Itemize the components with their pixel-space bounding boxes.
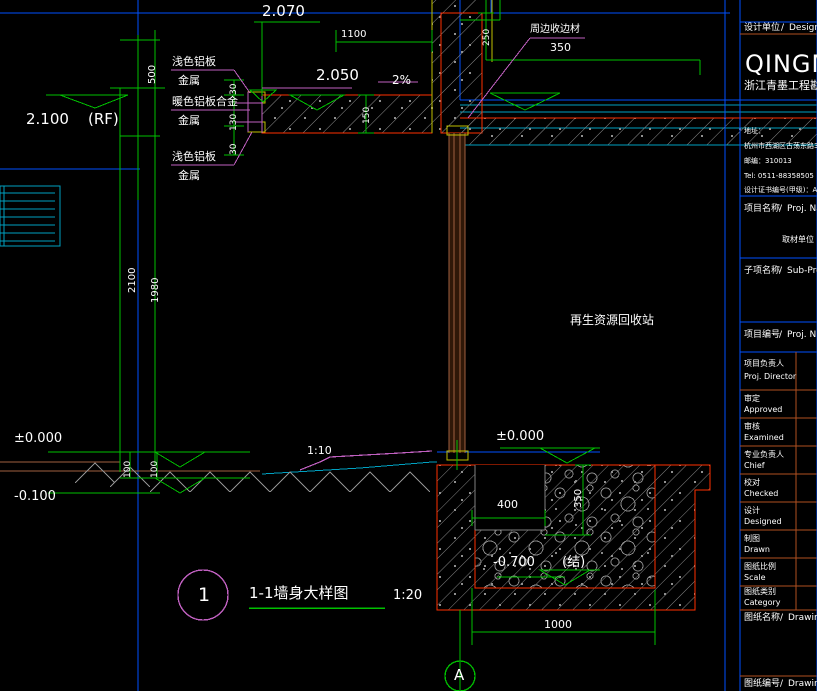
- elevation-minus-0700-suffix: (结): [562, 555, 586, 570]
- titleblock-design-corp-label-en: Design Corp.: [789, 23, 817, 33]
- titleblock-sig-1-en: Approved: [744, 405, 783, 414]
- grid-bubble-label: A: [454, 666, 465, 684]
- leader-label-light-aluminium-top-1: 浅色铝板: [172, 55, 216, 68]
- titleblock-sig-7-cn: 图纸比例: [744, 562, 776, 571]
- dimension-100-a: 100: [123, 460, 133, 478]
- titleblock-sig-3-cn: 专业负责人: [744, 450, 784, 459]
- titleblock-sig-5-cn: 设计: [744, 506, 760, 515]
- titleblock-sig-2-cn: 审核: [744, 422, 760, 431]
- titleblock-sig-4-en: Checked: [744, 489, 779, 498]
- dimension-250: 250: [482, 28, 492, 46]
- titleblock-address-line-3: Tel: 0511-88358505: [744, 172, 814, 180]
- dimension-1100: 1100: [341, 29, 367, 40]
- detail-scale-label: 1:20: [393, 588, 423, 603]
- titleblock-sig-0-cn: 项目负责人: [744, 359, 784, 368]
- elevation-2100: 2.100: [26, 110, 69, 128]
- titleblock-drawing-number-en: Drawing Number: [788, 679, 817, 689]
- leader-label-warm-aluminium-1: 暖色铝板合金: [172, 95, 238, 108]
- detail-number-label: 1: [198, 584, 211, 606]
- leader-label-light-aluminium-bot-2: 金属: [178, 169, 200, 182]
- dimension-2100: 2100: [127, 267, 138, 293]
- titleblock-field-proj-name-en: Proj. Name: [787, 204, 817, 214]
- center-note-recycling-station: 再生资源回收站: [570, 313, 655, 327]
- leader-label-edge-trim-value: 350: [550, 41, 571, 54]
- titleblock-drawing-title-en: Drawing Title: [788, 613, 817, 623]
- titleblock-sig-8-cn: 图纸类别: [744, 587, 776, 596]
- titleblock-sig-5-en: Designed: [744, 517, 782, 526]
- titleblock-drawing-number-sep: /: [780, 679, 784, 689]
- dimension-100-b: 100: [150, 460, 160, 478]
- titleblock-sig-2-en: Examined: [744, 433, 784, 442]
- titleblock-sig-4-cn: 校对: [744, 478, 760, 487]
- titleblock-sig-3-en: Chief: [744, 461, 765, 470]
- titleblock-sig-7-en: Scale: [744, 573, 766, 582]
- elevation-zero-right: ±0.000: [496, 429, 545, 444]
- dimension-400: 400: [497, 498, 518, 511]
- titleblock-drawing-title-cn: 图纸名称: [744, 613, 781, 623]
- detail-title-label: 1-1墙身大样图: [249, 584, 349, 602]
- titleblock-field-projnum-sep: /: [779, 330, 783, 340]
- dimension-130: 130: [229, 113, 239, 131]
- elevation-minus-0700: -0.700: [493, 555, 535, 570]
- titleblock-sig-6-en: Drawn: [744, 545, 770, 554]
- dimension-350: 350: [573, 488, 584, 508]
- titleblock-field-proj-name-cn: 项目名称: [744, 204, 781, 214]
- titleblock-field-proj-name-sep: /: [779, 204, 783, 214]
- titleblock-company-name-cn: 浙江青墨工程勘察设计: [744, 79, 817, 92]
- slope-2-percent: 2%: [392, 73, 412, 87]
- titleblock-address-line-4: 设计证书编号(甲级)：A133134167: [744, 186, 817, 194]
- titleblock-logo: QINGMO: [745, 50, 817, 78]
- leader-label-light-aluminium-top-2: 金属: [178, 74, 200, 87]
- elevation-minus-0100: -0.100: [14, 489, 56, 504]
- foundation-section: [436, 464, 711, 611]
- elevation-2100-suffix: (RF): [88, 110, 119, 128]
- dimension-500: 500: [147, 64, 158, 84]
- titleblock-sig-0-en: Proj. Director: [744, 372, 797, 381]
- elevation-2050: 2.050: [316, 66, 359, 84]
- leader-label-light-aluminium-bot-1: 浅色铝板: [172, 150, 216, 163]
- titleblock-drawing-title-sep: /: [780, 613, 784, 623]
- titleblock-address-line-0: 地址：: [744, 127, 765, 135]
- titleblock-sig-1-cn: 审定: [744, 394, 760, 403]
- dimension-150: 150: [362, 106, 372, 124]
- slope-1-10: 1:10: [307, 444, 332, 457]
- dimension-1980: 1980: [150, 277, 161, 303]
- titleblock-sig-8-en: Category: [744, 598, 781, 607]
- titleblock-field-projnum-cn: 项目编号: [744, 330, 781, 340]
- leader-label-warm-aluminium-2: 金属: [178, 114, 200, 127]
- titleblock-design-corp-sep: /: [781, 23, 785, 33]
- titleblock-field-subproj-cn: 子项名称: [744, 266, 781, 276]
- dimension-30-top: 30: [229, 83, 239, 95]
- dimension-30-bottom: 30: [229, 143, 239, 155]
- elevation-zero-left: ±0.000: [14, 431, 63, 446]
- titleblock-design-corp-label-cn: 设计单位: [744, 23, 781, 33]
- titleblock-address-line-1: 杭州市西湖区古荡东路3号: [744, 142, 817, 150]
- titleblock-field-projnum-en: Proj. Number: [787, 330, 817, 340]
- titleblock-field-subproj-en: Sub-Proj. Name: [787, 266, 817, 276]
- elevation-2070: 2.070: [262, 2, 305, 20]
- titleblock-address-line-2: 邮编：310013: [744, 157, 792, 165]
- titleblock-sig-6-cn: 制图: [744, 534, 760, 543]
- dimension-1000: 1000: [544, 618, 572, 631]
- leader-label-edge-trim: 周边收边材: [530, 24, 580, 35]
- wall-column-section: [446, 125, 469, 461]
- titleblock-drawing-number-cn: 图纸编号: [744, 679, 781, 689]
- titleblock-field-subproj-sep: /: [779, 266, 783, 276]
- titleblock-field-proj-name-note: 取材单位: [782, 235, 814, 244]
